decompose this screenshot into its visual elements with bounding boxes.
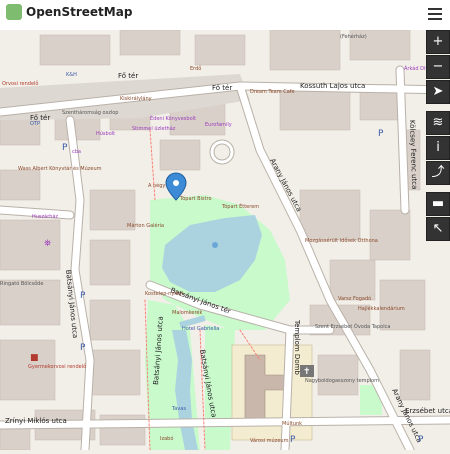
poi-szentharomsag: Szentháromság oszlop — [62, 109, 118, 116]
poi-tavas: Tavas — [171, 406, 186, 412]
hospital-icon: ■ — [30, 353, 39, 363]
street-zrinyi: Zrínyi Miklós utca — [5, 417, 67, 425]
poi-szent: Szent Erzsébet Óvoda Tapolca — [315, 323, 390, 330]
share-icon[interactable]: ⤴ — [426, 161, 450, 185]
street-kossuth: Kossuth Lajos utca — [300, 82, 365, 90]
poi-otp: OTP — [30, 121, 40, 127]
poi-etterem: Tópart Étterem — [221, 202, 259, 210]
poi-malomkerek: Malomkerék — [172, 309, 203, 316]
zoom-out-button[interactable]: − — [426, 55, 450, 79]
query-features-icon[interactable]: ↖ — [426, 217, 450, 241]
osm-logo-icon[interactable] — [6, 4, 22, 20]
hamburger-menu-icon[interactable] — [428, 8, 442, 20]
header: OpenStreetMap — [0, 0, 450, 30]
map-controls: + − ➤ ≋ i ⤴ ▬ ↖ — [426, 30, 450, 242]
parking-icon-3: P — [290, 435, 296, 445]
nagyboldogasszony-building — [317, 354, 359, 396]
parking-icon-5: P — [378, 129, 384, 139]
poi-dream: Dream Team Cafe — [250, 89, 295, 95]
poi-mulunk: Múltunk — [282, 420, 302, 427]
poi-kiskiralylany: Kiskirálylány — [120, 95, 152, 102]
poi-mozgas: Mozgássérült Idősek Otthona — [305, 237, 378, 244]
poi-gyermek: Gyermekorvosi rendelő — [28, 364, 86, 370]
info-icon[interactable]: i — [426, 136, 450, 160]
site-title[interactable]: OpenStreetMap — [26, 5, 132, 19]
add-note-icon[interactable]: ▬ — [426, 192, 450, 216]
street-templom-domb: Templom Domb — [293, 319, 301, 375]
poi-marton: Márton Galéria — [127, 222, 164, 229]
poi-cba: cba — [72, 149, 81, 155]
poi-wass: Wass Albert Könyvtár és Múzeum — [18, 165, 102, 172]
street-fo-ter-3: Fő tér — [212, 83, 232, 92]
layers-icon[interactable]: ≋ — [426, 111, 450, 135]
poi-hotel: Hotel Gabriella — [182, 326, 219, 332]
fountain-icon — [212, 242, 218, 248]
parking-icon-1: P — [80, 291, 86, 301]
poi-feherhaz: (Fehérház) — [340, 33, 367, 40]
poi-stimmel: Stimmel üzletház — [132, 125, 176, 132]
poi-huszarhaz: Huszárház — [32, 213, 58, 220]
street-fo-ter-1: Fő tér — [118, 71, 138, 80]
poi-hajlek: Hajlékkalendárium — [358, 305, 405, 312]
shop-icon: ⛯ — [44, 239, 51, 249]
poi-erdo: Erdő — [190, 66, 201, 72]
poi-izabo: Izabó — [160, 435, 173, 442]
poi-eurofamily: Eurofamily — [205, 122, 232, 128]
parking-icon-2: P — [80, 343, 86, 353]
poi-nagyboldog: Nagyboldogasszony templom — [305, 378, 379, 384]
poi-orvos: Orvosi rendelő — [2, 81, 38, 87]
poi-edeni: Édeni Könyvesbolt — [150, 114, 196, 122]
locate-icon[interactable]: ➤ — [426, 80, 450, 104]
poi-ringato: Ringató Bölcsőde — [0, 280, 43, 287]
parking-icon-4: P — [62, 143, 68, 153]
map-canvas[interactable]: Fő tér Fő tér Fő tér Kossuth Lajos utca … — [0, 29, 450, 454]
poi-varsz: Varsz Fogadó — [338, 295, 371, 302]
parking-icon-6: P — [418, 435, 424, 445]
poi-varosi: Városi múzeum — [250, 437, 289, 444]
poi-husbolt: Húsbolt — [96, 130, 115, 137]
street-erzsebet: Erzsébet utca — [405, 407, 450, 415]
poi-kh: K&H — [66, 72, 77, 78]
zoom-in-button[interactable]: + — [426, 30, 450, 54]
map-svg[interactable]: Fő tér Fő tér Fő tér Kossuth Lajos utca … — [0, 29, 450, 454]
poi-topart: Tópart Bistro — [179, 195, 212, 202]
poi-kostelep: Kostelep-nyikul — [145, 291, 183, 297]
cross-icon: ✝ — [303, 367, 311, 377]
